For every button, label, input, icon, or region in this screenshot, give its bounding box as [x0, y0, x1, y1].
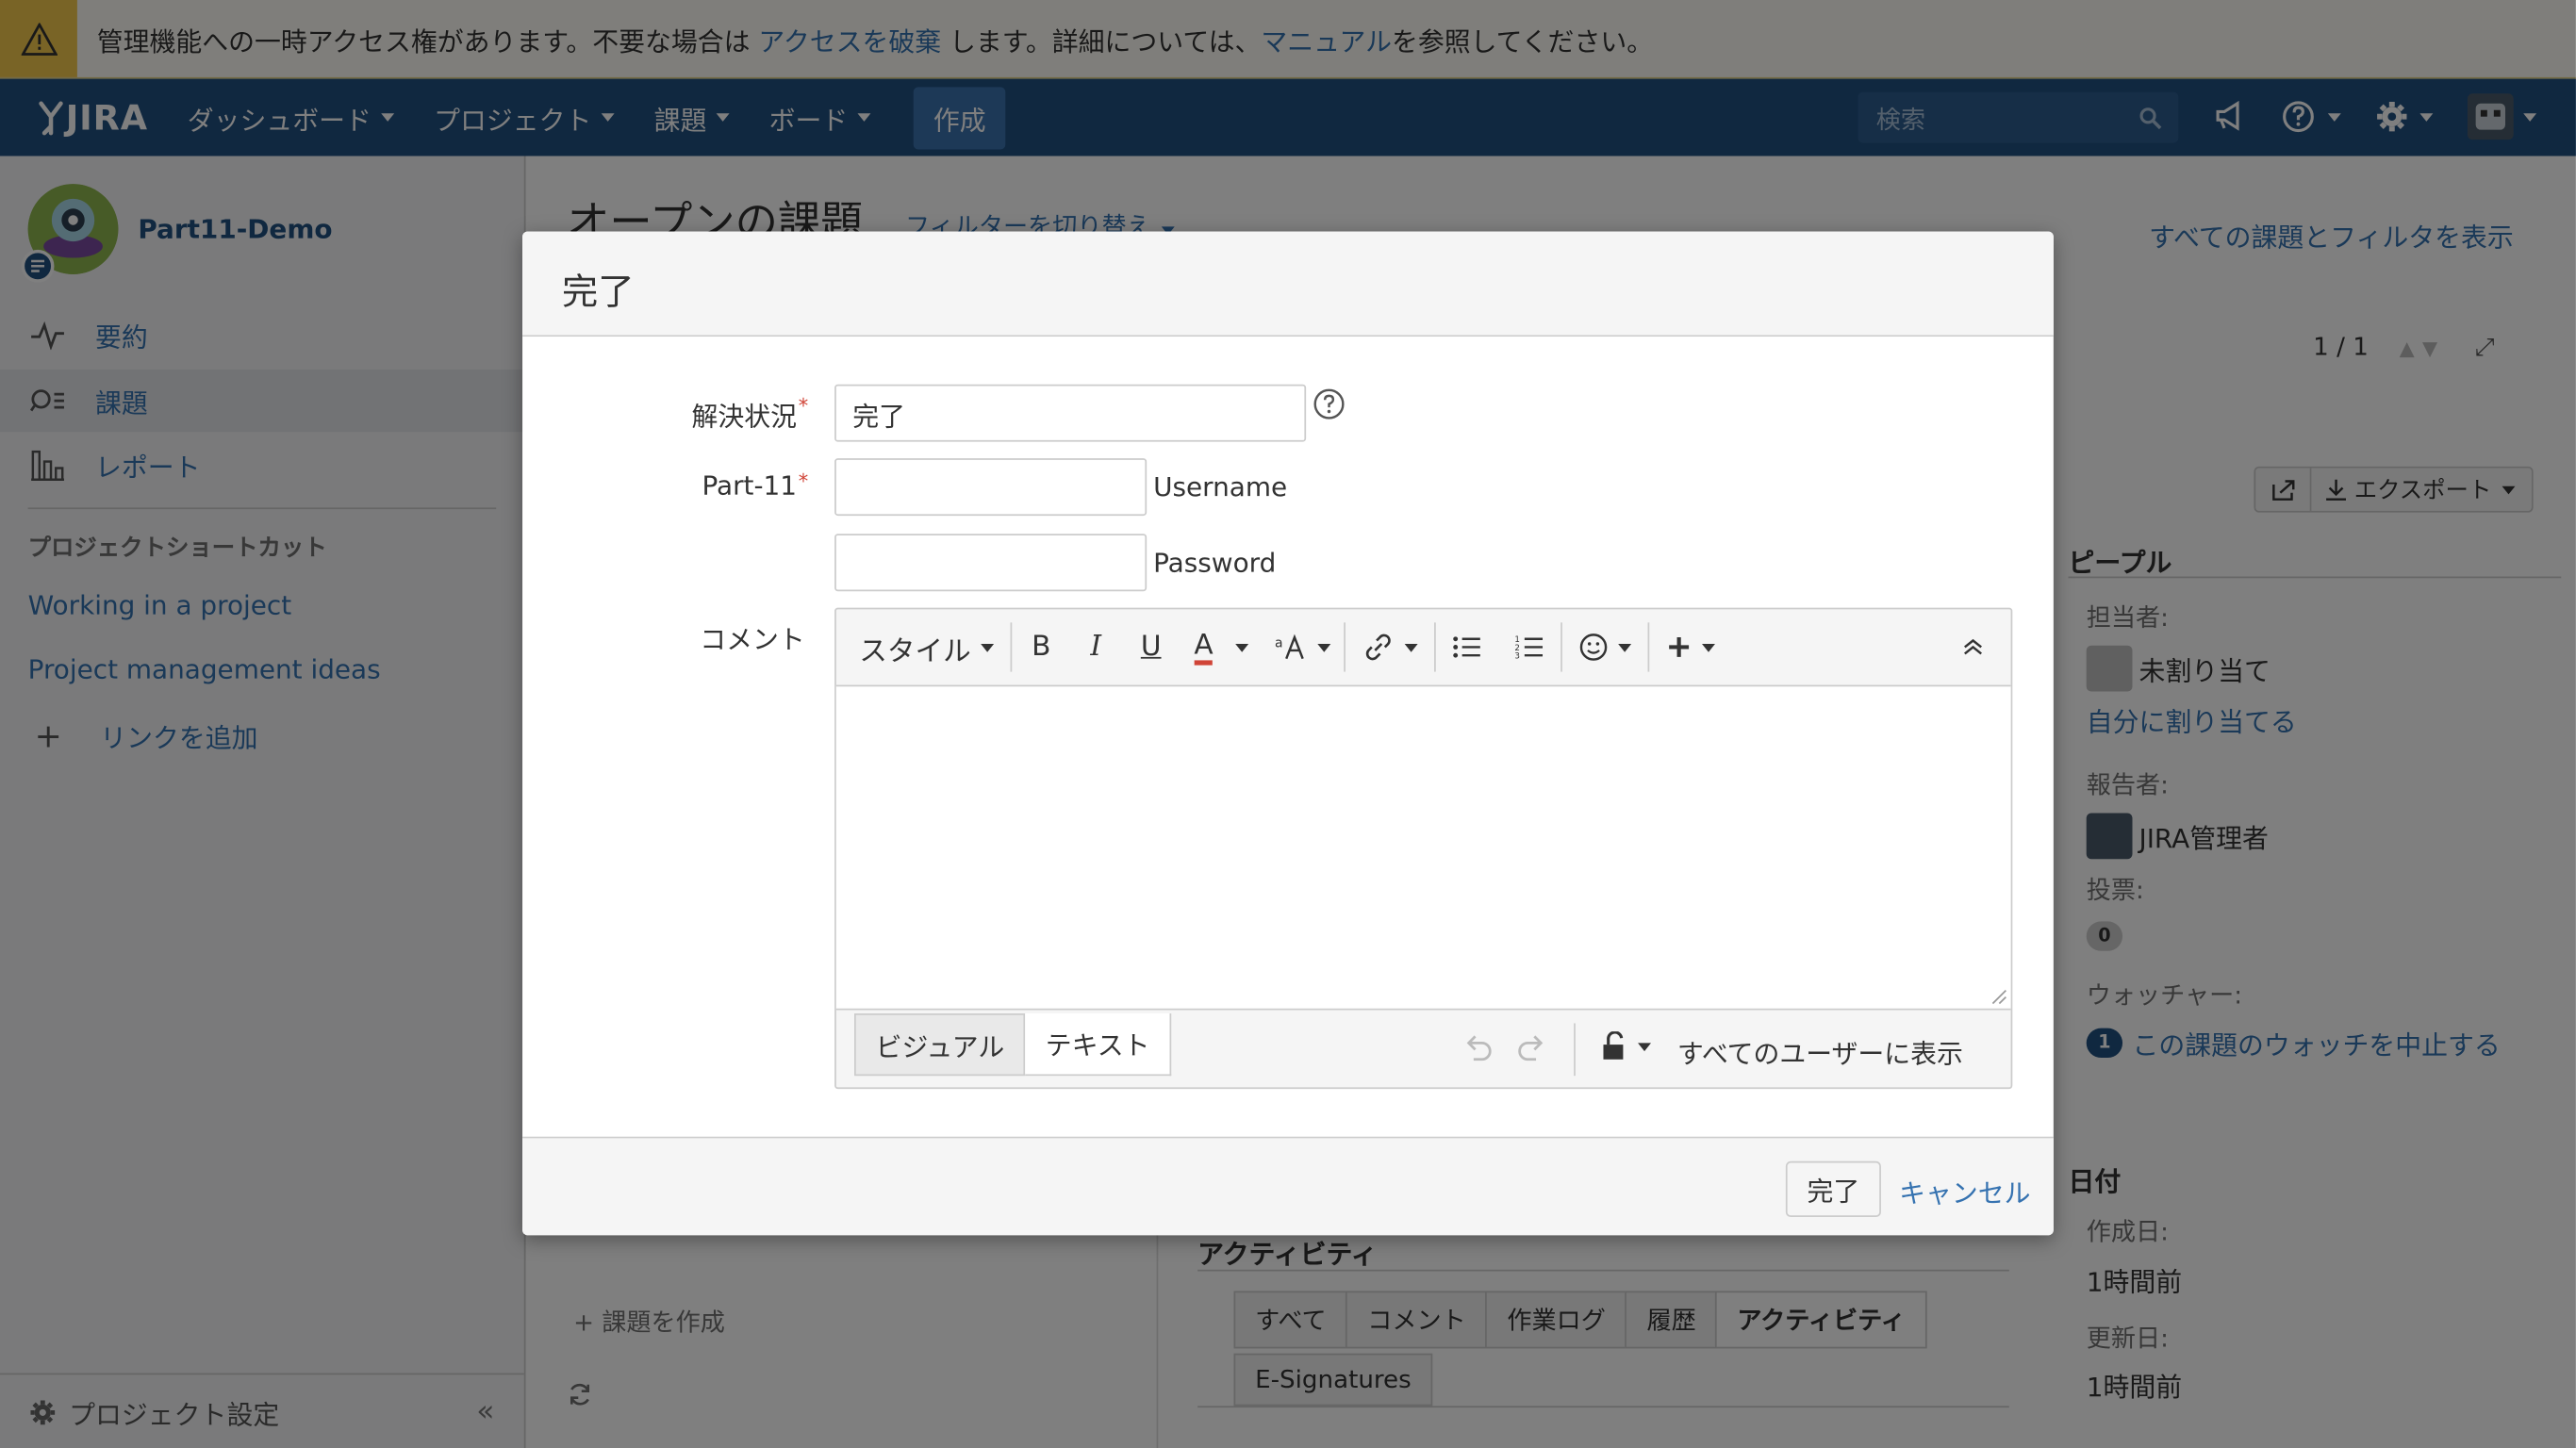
style-dropdown[interactable]: スタイル [836, 622, 1011, 671]
resize-handle-icon[interactable] [1991, 989, 2007, 1005]
chevron-down-icon [1318, 643, 1332, 651]
help-icon[interactable] [1313, 387, 1346, 427]
bullet-list-button[interactable] [1437, 622, 1499, 671]
plus-icon [1670, 637, 1690, 657]
chevron-down-icon [1638, 1042, 1652, 1051]
underline-button[interactable]: U [1121, 622, 1181, 671]
undo-redo [1461, 1033, 1549, 1062]
username-field[interactable] [834, 458, 1148, 517]
style-label: スタイル [859, 634, 971, 668]
chevron-down-icon [1702, 643, 1716, 651]
chevron-down-icon [981, 643, 995, 651]
comment-editor: スタイル B I U A a 1 2 3 ビジュアル テキスト すべてのユーザー… [834, 607, 2013, 1090]
text-size-button[interactable]: a [1263, 622, 1345, 671]
link-button[interactable] [1346, 622, 1435, 671]
chevron-down-icon [1619, 643, 1632, 651]
text-color-button[interactable]: A [1181, 622, 1262, 671]
redo-icon[interactable] [1516, 1033, 1549, 1062]
numbered-list-button[interactable]: 123 [1499, 622, 1561, 671]
dialog-footer: 完了 キャンセル [522, 1136, 2054, 1236]
bold-button[interactable]: B [1012, 622, 1070, 671]
smiley-icon [1580, 634, 1609, 661]
resolution-label-text: 解決状況 [691, 401, 798, 433]
required-marker: * [798, 394, 809, 418]
part11-label-text: Part-11 [702, 469, 798, 502]
chevron-double-up-icon [1964, 638, 1982, 655]
editor-mode-tabs: ビジュアル テキスト [853, 1012, 1172, 1077]
text-color-glyph: A [1194, 630, 1214, 665]
svg-text:a: a [1276, 635, 1284, 650]
dialog-title: 完了 [561, 272, 635, 314]
required-marker: * [798, 469, 809, 493]
chevron-down-icon [1236, 643, 1249, 651]
tab-visual[interactable]: ビジュアル [853, 1012, 1026, 1077]
italic-button[interactable]: I [1070, 622, 1121, 671]
username-label: Username [1153, 471, 1288, 503]
chevron-down-icon [1405, 643, 1419, 651]
dialog-header: 完了 [522, 231, 2054, 337]
tab-text[interactable]: テキスト [1025, 1012, 1172, 1077]
visibility-dropdown[interactable] [1602, 1031, 1652, 1061]
unlock-icon [1603, 1031, 1624, 1060]
insert-more-button[interactable] [1650, 622, 1732, 671]
resolution-value: 完了 [852, 401, 906, 433]
resolve-dialog: 完了 解決状況 * 完了 Part-11 * Username Password コ… [522, 231, 2054, 1236]
cancel-button[interactable]: キャンセル [1899, 1171, 2030, 1210]
done-button[interactable]: 完了 [1785, 1160, 1881, 1218]
part11-label: Part-11 * [522, 469, 808, 501]
emoticon-button[interactable] [1563, 622, 1649, 671]
comment-textarea[interactable] [835, 684, 2011, 1011]
numbered-list-icon: 123 [1515, 635, 1544, 661]
resolution-select[interactable]: 完了 [834, 384, 1307, 442]
toolbar-separator [1574, 1023, 1576, 1077]
link-icon [1366, 634, 1392, 661]
password-label: Password [1153, 547, 1277, 579]
password-field[interactable] [834, 534, 1148, 592]
collapse-toolbar-button[interactable] [1945, 622, 2001, 671]
resolution-label: 解決状況 * [522, 394, 808, 434]
comment-label: コメント [700, 624, 805, 656]
bullet-list-icon [1454, 636, 1481, 658]
editor-toolbar: スタイル B I U A a 1 2 3 [836, 609, 2011, 684]
visibility-label: すべてのユーザーに表示 [1676, 1038, 1963, 1070]
font-size-icon: a [1276, 634, 1305, 660]
undo-icon[interactable] [1461, 1033, 1494, 1062]
svg-text:3: 3 [1515, 652, 1521, 661]
